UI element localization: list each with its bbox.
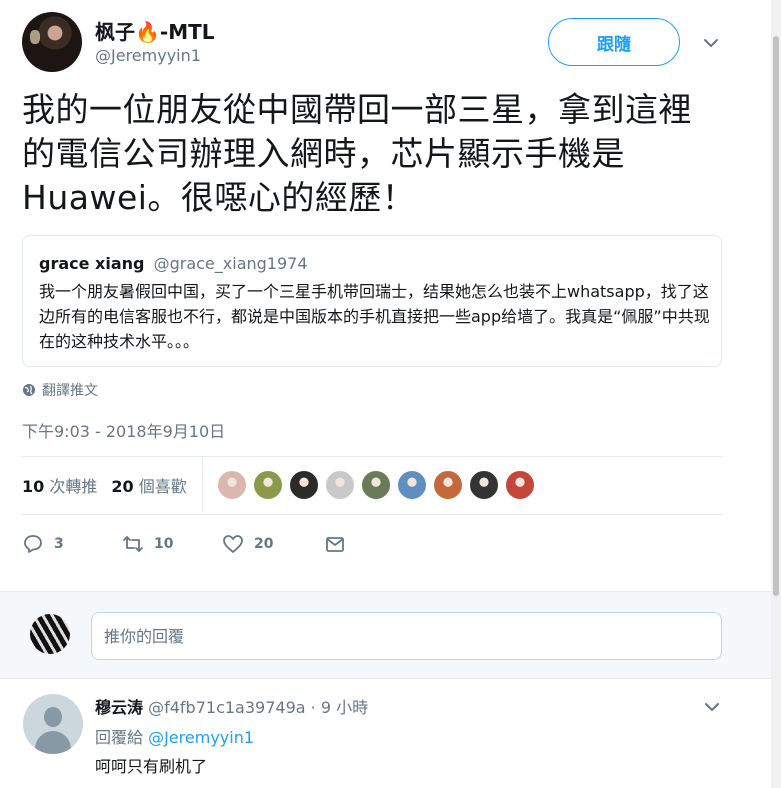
follow-button[interactable]: 跟隨 (548, 18, 680, 66)
default-avatar-body-icon (35, 731, 71, 754)
like-count: 20 (254, 536, 274, 552)
liker-avatar[interactable] (289, 470, 319, 500)
reply-action[interactable]: 3 (22, 533, 122, 555)
like-action[interactable]: 20 (222, 533, 324, 555)
tweet-detail: 枫子🔥-MTL @Jeremyyin1 跟隨 我的一位朋友從中國帶回一部三星，拿… (0, 0, 771, 590)
reply-text: 呵呵只有刷机了 (95, 757, 208, 776)
tweet-actions: 3 10 20 (22, 533, 346, 555)
reply-author-avatar[interactable] (23, 694, 83, 754)
reply-composer (0, 591, 771, 679)
divider (22, 456, 722, 457)
liker-avatar[interactable] (253, 470, 283, 500)
reply-author-name[interactable]: 穆云涛 (95, 698, 143, 717)
translate-label: 翻譯推文 (42, 383, 98, 399)
reply-author-handle[interactable]: @f4fb71c1a39749a (148, 698, 305, 717)
author-handle[interactable]: @Jeremyyin1 (95, 46, 201, 65)
reply-header: 穆云涛 @f4fb71c1a39749a · 9 小時 (95, 694, 368, 718)
tweet-stats: 10 次轉推 20 個喜歡 (22, 473, 187, 497)
stats-separator (202, 458, 203, 512)
retweet-stat-count: 10 (22, 477, 45, 496)
liker-avatar[interactable] (325, 470, 355, 500)
reply-to-line: 回覆給 @Jeremyyin1 (95, 724, 254, 748)
reply-input[interactable] (91, 612, 722, 660)
liker-avatar[interactable] (397, 470, 427, 500)
reply-icon (24, 535, 42, 553)
retweet-stat-label: 次轉推 (49, 477, 98, 496)
reply-to-label: 回覆給 (95, 728, 144, 747)
quote-author-name: grace xiang (39, 254, 145, 273)
like-stat[interactable]: 20 個喜歡 (111, 473, 186, 497)
reply-count: 3 (54, 536, 64, 552)
retweet-stat[interactable]: 10 次轉推 (22, 473, 97, 497)
fire-emoji-icon: 🔥 (135, 20, 160, 44)
liker-avatar[interactable] (217, 470, 247, 500)
likers-avatars (217, 470, 535, 500)
tweet-timestamp[interactable]: 下午9:03 - 2018年9月10日 (22, 418, 225, 442)
quote-text: 我一个朋友暑假回中国，买了一个三星手机带回瑞士，结果她怎么也装不上whatsap… (39, 282, 710, 351)
heart-icon (223, 535, 243, 553)
chevron-down-icon[interactable] (703, 698, 721, 716)
author-avatar[interactable] (22, 12, 82, 72)
tweet-text: 我的一位朋友從中國帶回一部三星，拿到這裡的電信公司辦理入網時，芯片顯示手機是Hu… (22, 90, 692, 217)
display-name-text: 枫子 (95, 20, 135, 44)
quoted-tweet[interactable]: grace xiang @grace_xiang1974 我一个朋友暑假回中国，… (22, 235, 722, 367)
like-stat-label: 個喜歡 (138, 477, 187, 496)
direct-message-action[interactable] (324, 533, 346, 555)
chevron-down-icon[interactable] (702, 34, 720, 52)
retweet-count: 10 (154, 536, 174, 552)
reply-time[interactable]: · 9 小時 (311, 698, 368, 717)
scrollbar-thumb[interactable] (773, 36, 779, 596)
quote-author-handle: @grace_xiang1974 (153, 254, 308, 273)
author-display-name[interactable]: 枫子🔥-MTL (95, 16, 215, 45)
display-name-suffix: -MTL (159, 20, 215, 44)
reply-to-mention[interactable]: @Jeremyyin1 (148, 728, 254, 747)
globe-icon (23, 384, 35, 396)
quote-header: grace xiang @grace_xiang1974 (39, 254, 705, 273)
current-user-avatar (30, 614, 70, 654)
retweet-action[interactable]: 10 (122, 533, 222, 555)
liker-avatar[interactable] (361, 470, 391, 500)
retweet-icon (123, 536, 143, 552)
scrollbar[interactable] (771, 0, 781, 788)
divider (22, 514, 722, 515)
default-avatar-head-icon (44, 707, 62, 727)
liker-avatar[interactable] (505, 470, 535, 500)
liker-avatar[interactable] (469, 470, 499, 500)
reply-tweet[interactable]: 穆云涛 @f4fb71c1a39749a · 9 小時 回覆給 @Jeremyy… (0, 680, 771, 788)
liker-avatar[interactable] (433, 470, 463, 500)
envelope-icon (326, 537, 344, 552)
translate-tweet-link[interactable]: 翻譯推文 (22, 380, 98, 400)
like-stat-count: 20 (111, 477, 134, 496)
